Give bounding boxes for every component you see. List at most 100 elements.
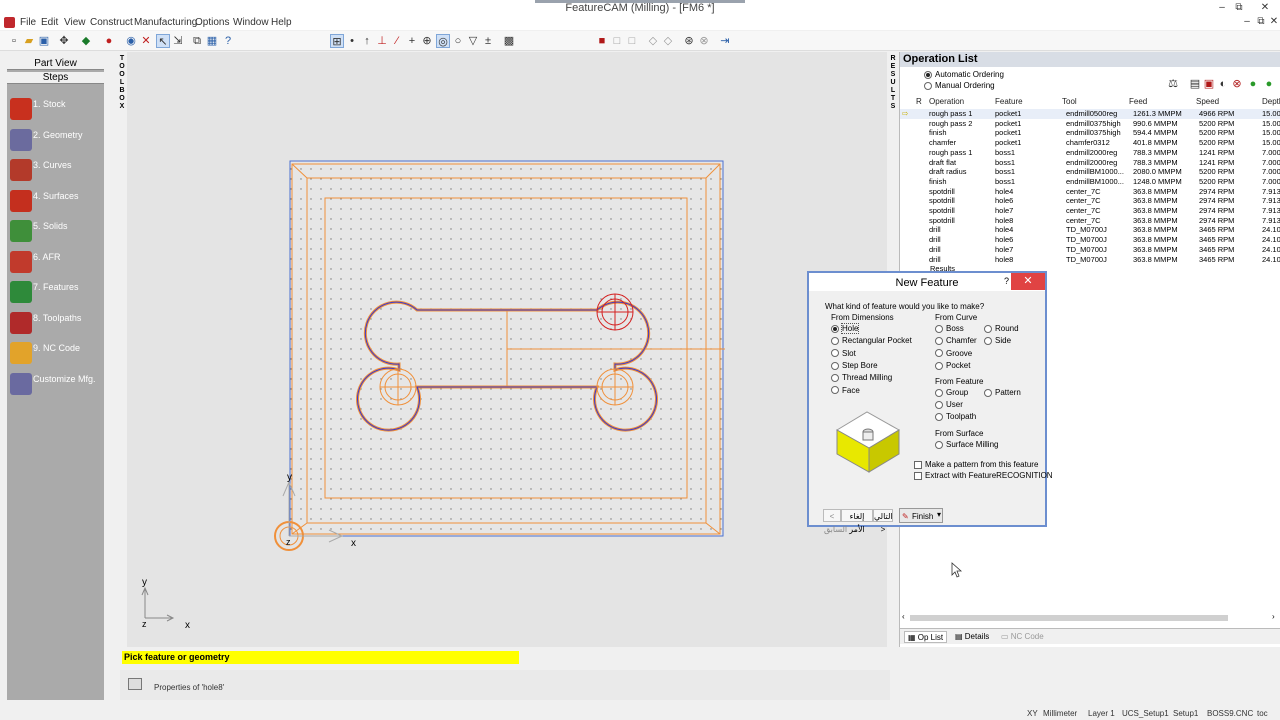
new-icon[interactable]: ▫ (7, 34, 21, 48)
snap-point-icon[interactable]: • (345, 34, 359, 48)
help-icon[interactable]: ? (221, 34, 235, 48)
oplist-hscrollbar[interactable]: ‹ › (900, 612, 1280, 624)
col-operation[interactable]: Operation (929, 97, 964, 106)
tab-details[interactable]: ▤ Details (952, 631, 992, 643)
option-chamfer[interactable]: Chamfer (935, 336, 977, 345)
view-5-icon[interactable]: ◇ (661, 34, 675, 48)
radio-button[interactable] (984, 324, 992, 333)
step-item-6[interactable]: 7. Features (7, 279, 104, 309)
radio-button[interactable] (831, 349, 839, 358)
radio-button[interactable] (935, 400, 943, 409)
op-row[interactable]: rough pass 2 pocket1 endmill0375high 990.6 … (900, 119, 1280, 129)
dialog-close-button[interactable]: ✕ (1011, 273, 1045, 290)
scroll-right-icon[interactable]: › (1272, 612, 1275, 621)
step-item-2[interactable]: 3. Curves (7, 157, 104, 187)
op-row[interactable]: rough pass 1 boss1 endmill2000reg 788.3 MMP… (900, 148, 1280, 158)
radio-button[interactable] (831, 374, 839, 383)
open-icon[interactable]: ▰ (22, 34, 36, 48)
option-thread-milling[interactable]: Thread Milling (831, 373, 892, 382)
oplist-tool-3-icon[interactable]: ▣ (1202, 77, 1216, 91)
scroll-left-icon[interactable]: ‹ (902, 612, 905, 621)
step-item-3[interactable]: 4. Surfaces (7, 188, 104, 218)
step-item-9[interactable]: Customize Mfg. (7, 371, 104, 401)
oplist-up-icon[interactable]: ● (1246, 77, 1260, 91)
graphics-viewport[interactable]: x y z y x z (127, 52, 887, 647)
snap-circle-icon[interactable]: ⊕ (420, 34, 434, 48)
extract-feature-checkbox[interactable]: Extract with FeatureRECOGNITION (914, 471, 1053, 480)
radio-button[interactable] (935, 337, 943, 346)
radio-button[interactable] (984, 337, 992, 346)
op-row[interactable]: drill hole8 TD_M0700J 363.8 MMPM 3465 RPM 24.… (900, 255, 1280, 265)
radio-button[interactable] (831, 386, 839, 395)
op-row[interactable]: spotdrill hole4 center_7C 363.8 MMPM 2974 RP… (900, 187, 1280, 197)
move-icon[interactable]: ✥ (57, 34, 71, 48)
option-groove[interactable]: Groove (935, 349, 972, 358)
radio-button[interactable] (935, 412, 943, 421)
save-icon[interactable]: ▣ (37, 34, 51, 48)
radio-button[interactable] (984, 388, 992, 397)
manual-ordering-radio[interactable]: Manual Ordering (924, 81, 995, 90)
step-item-5[interactable]: 6. AFR (7, 249, 104, 279)
view-3-icon[interactable]: □ (625, 34, 639, 48)
step-item-8[interactable]: 9. NC Code (7, 340, 104, 370)
extract-box[interactable] (914, 471, 922, 480)
sim-end-icon[interactable]: ⇥ (718, 34, 732, 48)
option-user[interactable]: User (935, 400, 963, 409)
step-item-1[interactable]: 2. Geometry (7, 127, 104, 157)
option-pocket[interactable]: Pocket (935, 361, 970, 370)
tab-op-list[interactable]: ▦ Op List (904, 631, 948, 643)
option-boss[interactable]: Boss (935, 324, 964, 333)
next-button[interactable]: التالي > (873, 509, 893, 534)
col-speed[interactable]: Speed (1196, 97, 1219, 106)
oplist-down-icon[interactable]: ● (1262, 77, 1276, 91)
option-group[interactable]: Group (935, 388, 968, 397)
dialog-help-button[interactable]: ? (1004, 276, 1009, 286)
make-pattern-checkbox[interactable]: Make a pattern from this feature (914, 460, 1038, 469)
menu-file[interactable]: File (20, 17, 36, 28)
op-row[interactable]: spotdrill hole8 center_7C 363.8 MMPM 2974 RP… (900, 216, 1280, 226)
snap-line-icon[interactable]: ⁄ (390, 34, 404, 48)
steps-tab[interactable]: Steps (7, 72, 104, 84)
op-row[interactable]: drill hole7 TD_M0700J 363.8 MMPM 3465 RPM 24.… (900, 245, 1280, 255)
delete-icon[interactable]: ✕ (139, 34, 153, 48)
op-row[interactable]: drill hole6 TD_M0700J 363.8 MMPM 3465 RPM 24.… (900, 235, 1280, 245)
mdi-close-button[interactable]: ✕ (1266, 16, 1280, 30)
op-row[interactable]: spotdrill hole7 center_7C 363.8 MMPM 2974 RP… (900, 206, 1280, 216)
sim-step-icon[interactable]: ⊗ (697, 34, 711, 48)
oplist-tool-5-icon[interactable]: ⊗ (1230, 77, 1244, 91)
snap-near-icon[interactable]: ± (481, 34, 495, 48)
record-icon[interactable]: ● (102, 34, 116, 48)
option-toolpath[interactable]: Toolpath (935, 412, 976, 421)
scroll-thumb[interactable] (910, 615, 1228, 621)
view-2-icon[interactable]: □ (610, 34, 624, 48)
select-region-icon[interactable]: ⇲ (171, 34, 185, 48)
radio-button[interactable] (935, 349, 943, 358)
op-row[interactable]: finish pocket1 endmill0375high 594.4 MMPM 52… (900, 128, 1280, 138)
op-row[interactable]: draft radius boss1 endmillBM1000... 2080.0 … (900, 167, 1280, 177)
radio-button[interactable] (831, 361, 839, 370)
menu-construct[interactable]: Construct (90, 17, 133, 28)
back-button[interactable]: < السابق (823, 509, 847, 534)
op-row[interactable]: drill hole4 TD_M0700J 363.8 MMPM 3465 RPM 24.… (900, 225, 1280, 235)
option-hole[interactable]: Hole (831, 323, 860, 334)
restore-button[interactable]: ⧉ (1225, 0, 1253, 16)
solid-view-icon[interactable]: ■ (595, 34, 609, 48)
col-depth[interactable]: Depth (1262, 97, 1280, 106)
step-item-4[interactable]: 5. Solids (7, 218, 104, 248)
finish-dropdown-icon[interactable]: ▾ (937, 510, 941, 519)
snap-perp-icon[interactable]: ▽ (466, 34, 480, 48)
menu-options[interactable]: Options (195, 17, 229, 28)
view-4-icon[interactable]: ◇ (646, 34, 660, 48)
snap-cross-icon[interactable]: + (405, 34, 419, 48)
results-strip[interactable]: RESULTS (888, 55, 898, 110)
snap-end-icon[interactable]: ↑ (360, 34, 374, 48)
cancel-button[interactable]: إلغاء الأمر (841, 509, 873, 534)
option-pattern[interactable]: Pattern (984, 388, 1021, 397)
render-icon[interactable]: ◆ (79, 34, 93, 48)
col-feed[interactable]: Feed (1129, 97, 1147, 106)
tab-nc-code[interactable]: ▭ NC Code (998, 631, 1047, 643)
automatic-ordering-radio[interactable]: Automatic Ordering (924, 70, 1004, 79)
option-step-bore[interactable]: Step Bore (831, 361, 878, 370)
radio-button[interactable] (935, 361, 943, 370)
option-side[interactable]: Side (984, 336, 1011, 345)
